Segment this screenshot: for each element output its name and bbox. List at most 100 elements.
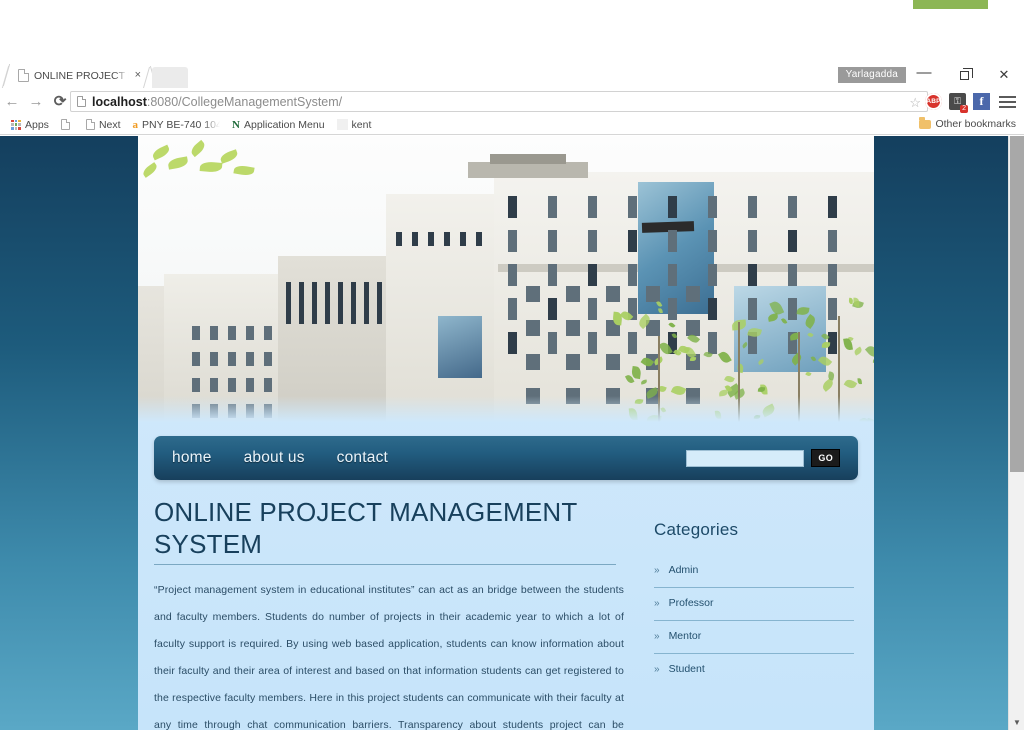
- tree-leaf: [690, 357, 696, 361]
- nav-link-about-us[interactable]: about us: [244, 449, 305, 467]
- building-window: [548, 230, 557, 252]
- lastpass-icon[interactable]: ⚿ 2: [949, 93, 966, 110]
- building-window: [708, 230, 717, 252]
- user-profile-chip[interactable]: Yarlagadda: [838, 67, 906, 83]
- reload-icon[interactable]: ⟳: [48, 94, 72, 109]
- building-window: [192, 378, 200, 392]
- building-window: [606, 286, 620, 302]
- building-window: [286, 282, 291, 324]
- building-window: [264, 378, 272, 392]
- building-window: [828, 196, 837, 218]
- sidebar-item-label: Mentor: [669, 630, 702, 642]
- chevron-right-icon: »: [654, 565, 660, 576]
- page-icon: [86, 119, 95, 130]
- bookmark-blank-page[interactable]: [56, 118, 79, 131]
- bookmark-apps[interactable]: Apps: [6, 118, 54, 132]
- building-window: [708, 264, 717, 286]
- browser-toolbar: ← → ⟳ localhost:8080/CollegeManagementSy…: [0, 88, 1024, 115]
- browser-tab[interactable]: ONLINE PROJECT MANAG ×: [10, 63, 148, 88]
- sidebar-item-mentor[interactable]: » Mentor: [654, 630, 854, 654]
- page-scrollbar[interactable]: ▼: [1008, 136, 1024, 730]
- close-window-button[interactable]: ✕: [984, 62, 1024, 88]
- bookmark-pny[interactable]: a PNY BE-740 10400mAh: [128, 118, 226, 132]
- sidebar-item-label: Student: [669, 663, 705, 675]
- sidebar-item-label: Admin: [669, 564, 699, 576]
- bookmark-next[interactable]: Next: [81, 118, 126, 132]
- chevron-right-icon: »: [654, 664, 660, 675]
- building-window: [264, 326, 272, 340]
- building-window: [246, 326, 254, 340]
- sidebar-item-admin[interactable]: » Admin: [654, 564, 854, 588]
- scrollbar-thumb[interactable]: [1010, 136, 1024, 472]
- building-window: [428, 232, 434, 246]
- minimize-button[interactable]: —: [904, 62, 944, 88]
- other-bookmarks-button[interactable]: Other bookmarks: [919, 118, 1016, 130]
- restore-button[interactable]: [944, 62, 984, 88]
- building-window: [566, 286, 580, 302]
- sidebar-item-professor[interactable]: » Professor: [654, 597, 854, 621]
- site-container: home about us contact GO ONLINE PROJECT …: [138, 136, 874, 730]
- page-icon: [61, 119, 70, 130]
- close-icon[interactable]: ×: [134, 70, 142, 81]
- bookmark-star-icon[interactable]: ☆: [909, 95, 921, 111]
- building-window: [508, 332, 517, 354]
- building-window: [228, 326, 236, 340]
- building-roof: [490, 154, 566, 164]
- forward-icon[interactable]: →: [24, 94, 48, 109]
- restore-icon: [960, 71, 969, 80]
- building-window: [548, 332, 557, 354]
- nav-link-contact[interactable]: contact: [337, 449, 388, 467]
- building-window: [628, 264, 637, 286]
- building-window: [526, 286, 540, 302]
- address-bar[interactable]: localhost:8080/CollegeManagementSystem/ …: [70, 91, 928, 112]
- sidebar-item-student[interactable]: » Student: [654, 663, 854, 686]
- building-window: [364, 282, 369, 324]
- chrome-menu-icon[interactable]: [999, 93, 1016, 110]
- building-window: [686, 286, 700, 302]
- title-divider: [154, 564, 616, 565]
- lastpass-badge: 2: [960, 105, 968, 113]
- scroll-down-arrow-icon[interactable]: ▼: [1009, 715, 1024, 730]
- categories-heading: Categories: [654, 520, 854, 540]
- building-window: [444, 232, 450, 246]
- url-host: localhost: [92, 95, 147, 109]
- bookmark-kent[interactable]: kent: [332, 118, 377, 132]
- page-info-icon: [77, 96, 86, 107]
- building-window: [588, 332, 597, 354]
- building-window: [628, 196, 637, 218]
- search-go-button[interactable]: GO: [811, 449, 840, 467]
- page-icon: [18, 69, 29, 82]
- building-window: [646, 286, 660, 302]
- building-window: [628, 332, 637, 354]
- building-window: [588, 264, 597, 286]
- sidebar-item-label: Professor: [669, 597, 714, 609]
- chevron-right-icon: »: [654, 631, 660, 642]
- new-tab-button[interactable]: [152, 67, 188, 88]
- adblock-plus-icon[interactable]: ABP: [925, 93, 942, 110]
- nav-link-home[interactable]: home: [172, 449, 212, 467]
- building-window: [460, 232, 466, 246]
- facebook-icon[interactable]: f: [973, 93, 990, 110]
- building-window: [508, 196, 517, 218]
- main-column: ONLINE PROJECT MANAGEMENT SYSTEM “Projec…: [154, 496, 624, 730]
- building-window: [668, 230, 677, 252]
- building-window: [377, 282, 382, 324]
- building-window: [788, 196, 797, 218]
- building-window: [828, 298, 837, 320]
- building-window: [548, 298, 557, 320]
- building-window: [788, 230, 797, 252]
- n-icon: N: [232, 119, 240, 131]
- page-content: ONLINE PROJECT MANAGEMENT SYSTEM “Projec…: [154, 496, 858, 730]
- building-window: [476, 232, 482, 246]
- search-input[interactable]: [686, 450, 804, 467]
- building-window: [192, 326, 200, 340]
- bookmark-application-menu[interactable]: N Application Menu: [227, 118, 330, 132]
- building-roof: [468, 162, 588, 178]
- building-window: [566, 320, 580, 336]
- building-window: [192, 352, 200, 366]
- building-window: [210, 326, 218, 340]
- page-title: ONLINE PROJECT MANAGEMENT SYSTEM: [154, 496, 624, 560]
- bookmarks-bar: Apps Next a PNY BE-740 10400mAh N Applic…: [0, 115, 1024, 135]
- back-icon[interactable]: ←: [0, 94, 24, 109]
- building-window: [351, 282, 356, 324]
